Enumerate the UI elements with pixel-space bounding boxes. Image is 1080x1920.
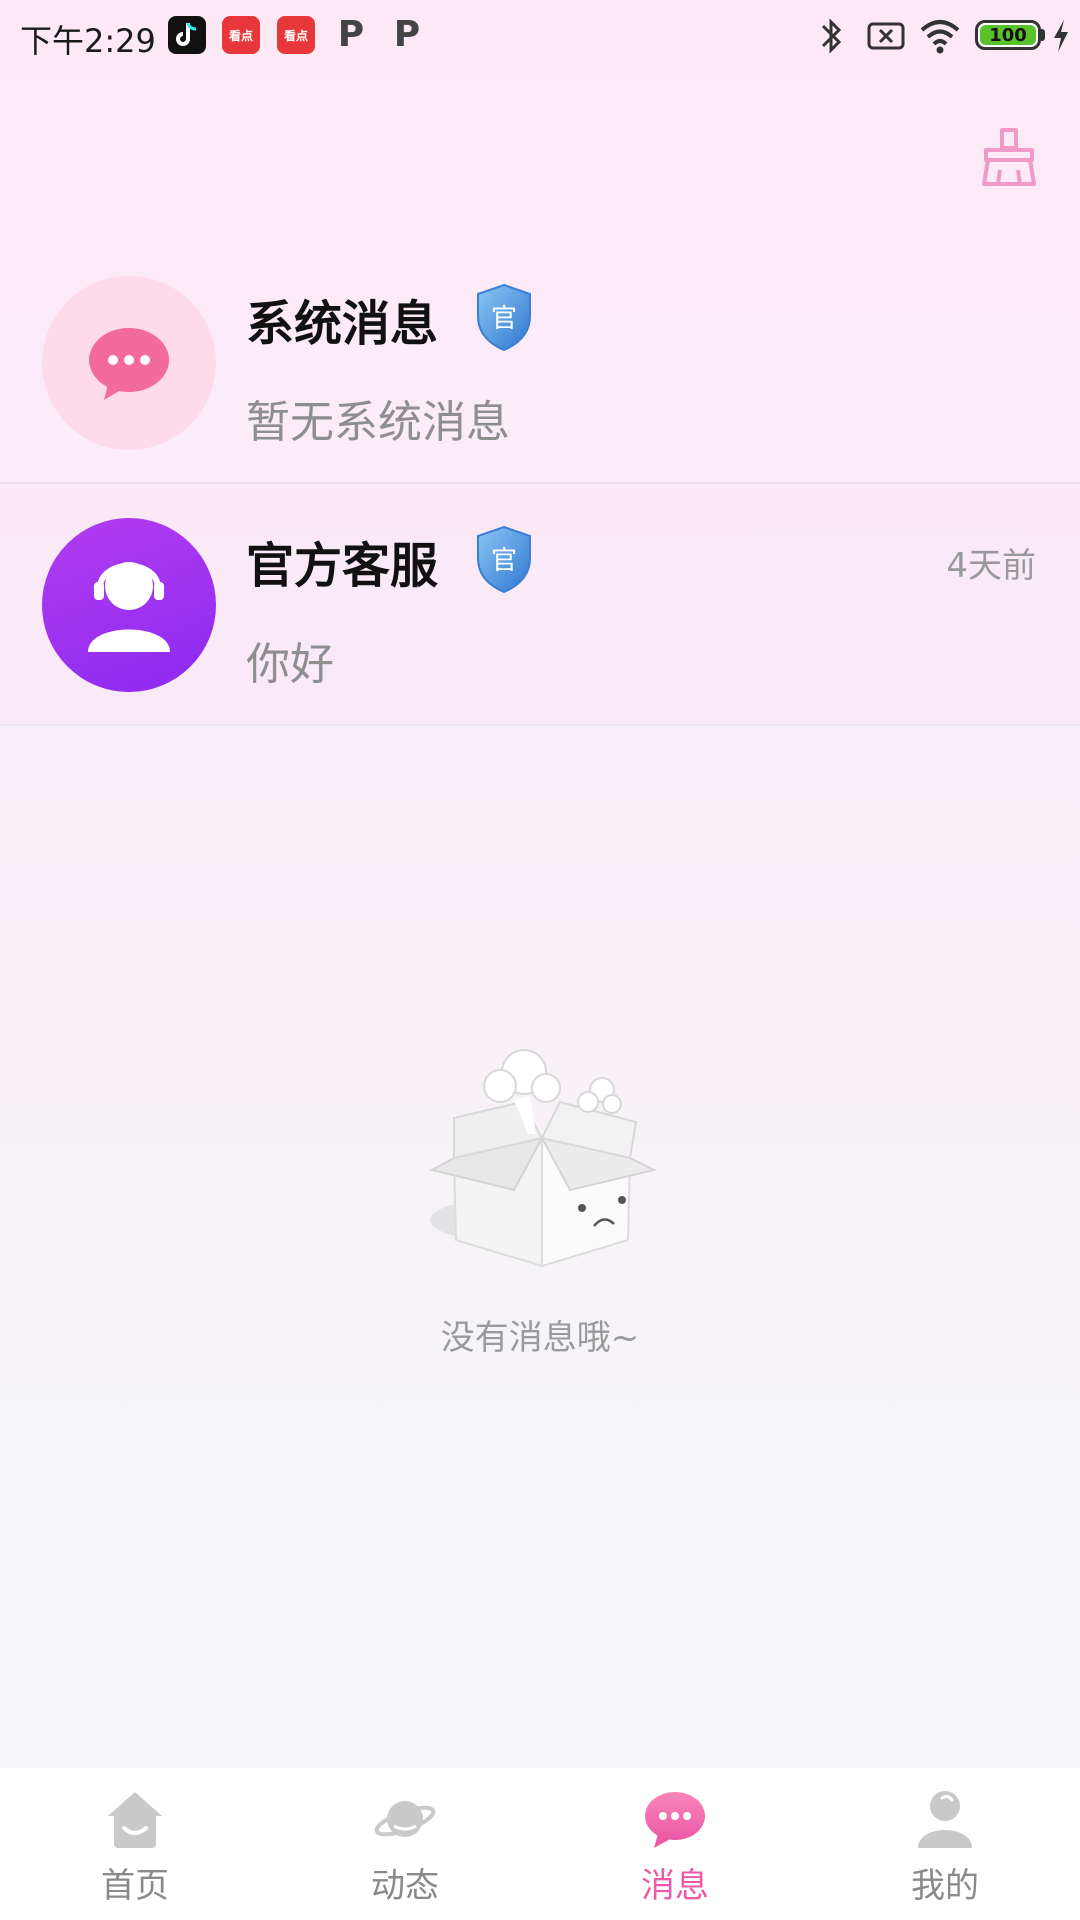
wifi-icon xyxy=(920,20,960,54)
status-time: 下午2:29 xyxy=(20,22,156,60)
kandian-icon: 看点 xyxy=(277,16,315,54)
headset-user-icon xyxy=(88,562,170,652)
empty-box-icon xyxy=(429,1049,657,1268)
message-icon xyxy=(645,1792,705,1848)
broom-icon xyxy=(982,128,1036,186)
p-app-icon: P xyxy=(337,13,365,55)
charging-bolt-icon xyxy=(1054,20,1068,52)
p-app-icon: P xyxy=(393,13,421,55)
home-icon xyxy=(108,1792,162,1848)
conversation-preview: 暂无系统消息 xyxy=(246,397,510,448)
battery-level: 100 xyxy=(980,25,1036,46)
battery-icon: 100 xyxy=(975,20,1041,50)
battery-tip xyxy=(1041,29,1045,41)
conversation-preview: 你好 xyxy=(246,639,334,690)
tab-label: 消息 xyxy=(641,1866,709,1906)
conversation-title: 官方客服 xyxy=(246,538,439,594)
conversation-title: 系统消息 xyxy=(246,296,439,352)
status-bar: 下午2:29 看点 看点 P P 100 xyxy=(0,0,1080,72)
bottom-tab-bar: 首页 动态 消息 我的 xyxy=(0,1768,1080,1920)
conversation-row-support[interactable]: 官方客服 官 4天前 你好 xyxy=(0,486,1080,726)
avatar xyxy=(42,518,216,692)
conversation-time: 4天前 xyxy=(946,546,1036,586)
user-icon xyxy=(918,1791,972,1848)
no-sim-icon xyxy=(867,22,905,50)
chat-bubble-icon xyxy=(89,328,169,400)
official-badge-text: 官 xyxy=(491,546,517,576)
tab-profile[interactable]: 我的 xyxy=(810,1768,1080,1920)
conversation-row-system[interactable]: 系统消息 官 暂无系统消息 xyxy=(0,244,1080,484)
planet-icon xyxy=(374,1801,436,1837)
tab-label: 我的 xyxy=(911,1866,979,1906)
tab-messages[interactable]: 消息 xyxy=(540,1768,810,1920)
tab-feed[interactable]: 动态 xyxy=(270,1768,540,1920)
official-badge-text: 官 xyxy=(491,304,517,334)
tiktok-icon xyxy=(168,16,206,54)
tab-label: 动态 xyxy=(371,1866,439,1906)
avatar xyxy=(42,276,216,450)
official-badge-icon: 官 xyxy=(477,525,531,594)
kandian-icon: 看点 xyxy=(222,16,260,54)
tab-home[interactable]: 首页 xyxy=(0,1768,270,1920)
tab-label: 首页 xyxy=(101,1866,169,1906)
clear-messages-button[interactable] xyxy=(976,124,1042,190)
official-badge-icon: 官 xyxy=(477,283,531,352)
empty-state-text: 没有消息哦~ xyxy=(440,1318,640,1358)
bluetooth-icon xyxy=(821,18,842,54)
